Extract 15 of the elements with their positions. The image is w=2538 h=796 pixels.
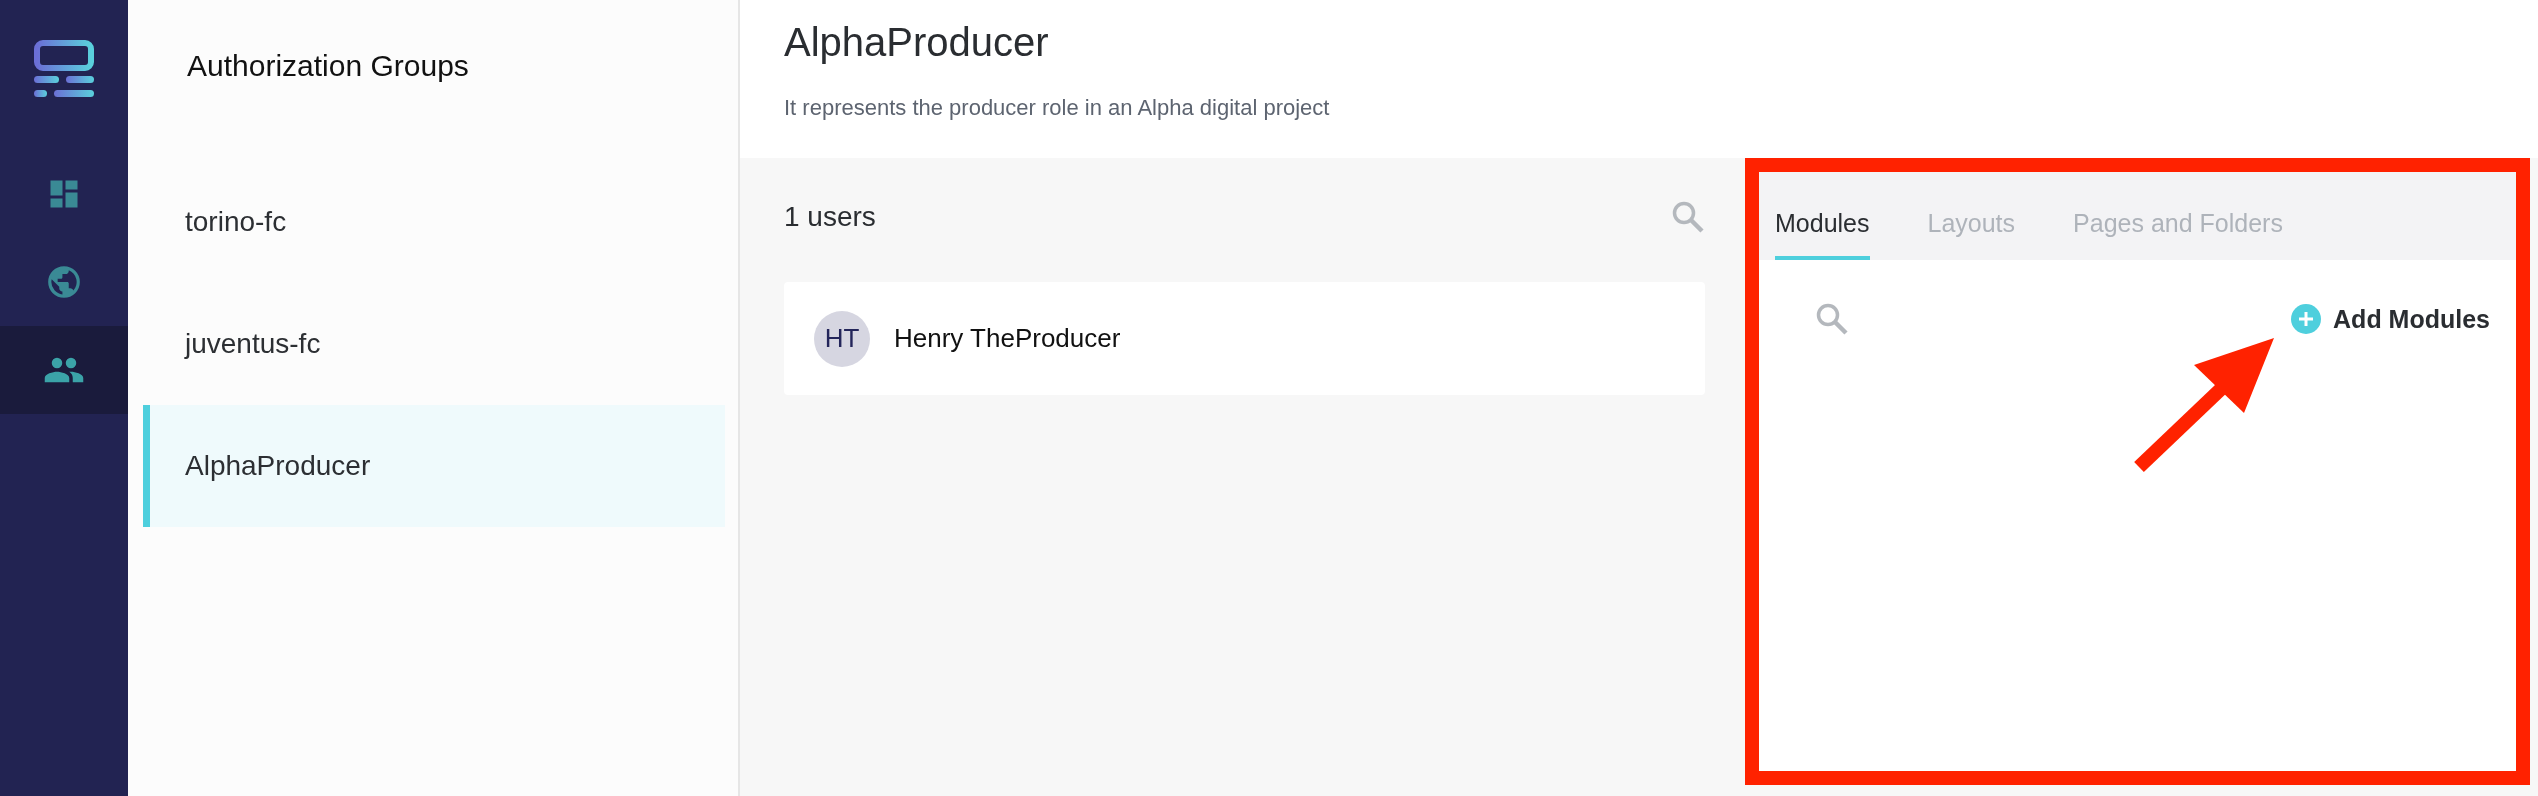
add-modules-button[interactable]: Add Modules <box>2291 304 2490 334</box>
tab[interactable]: Modules <box>1775 209 1870 260</box>
panel-title: Authorization Groups <box>187 48 470 84</box>
group-title: AlphaProducer <box>784 20 1050 65</box>
user-name: Henry TheProducer <box>894 323 1121 354</box>
group-item[interactable]: torino-fc <box>143 161 725 283</box>
logo-icon <box>34 40 94 100</box>
globe-icon[interactable] <box>45 263 83 301</box>
group-item[interactable]: AlphaProducer <box>143 405 725 527</box>
user-avatar: HT <box>814 310 870 367</box>
group-description: It represents the producer role in an Alpha digital project <box>784 95 1331 121</box>
user-card[interactable]: HT Henry TheProducer <box>784 282 1705 395</box>
users-count: 1 users <box>784 201 876 233</box>
group-item[interactable]: juventus-fc <box>143 283 725 405</box>
plus-circle-icon <box>2291 304 2322 334</box>
